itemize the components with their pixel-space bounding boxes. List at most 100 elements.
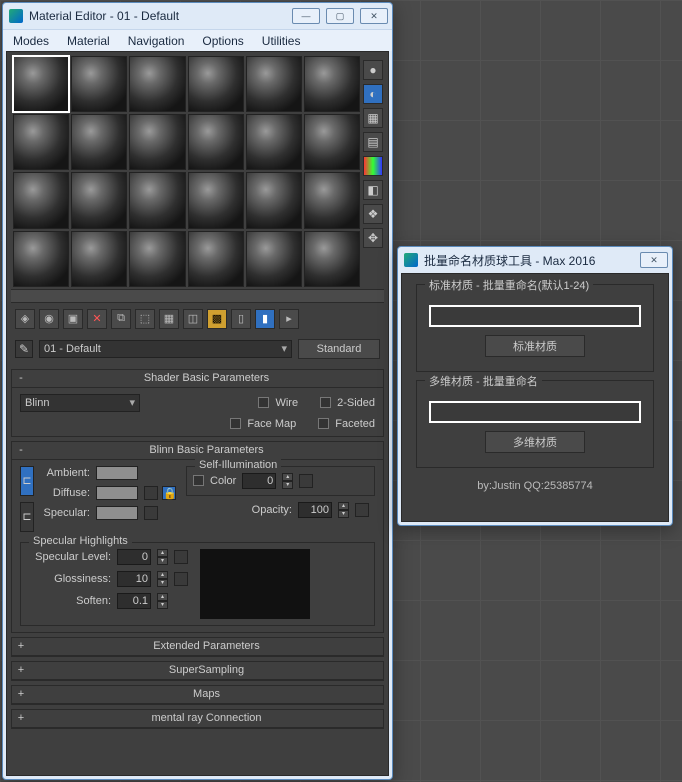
- rollout-header[interactable]: -Blinn Basic Parameters: [12, 442, 383, 460]
- options-icon[interactable]: ❖: [363, 204, 383, 224]
- checker-bg-icon[interactable]: ▦: [363, 108, 383, 128]
- rollout-header[interactable]: +mental ray Connection: [12, 710, 383, 728]
- get-material-icon[interactable]: ◈: [15, 309, 35, 329]
- minimize-button[interactable]: —: [292, 8, 320, 24]
- rollout-header[interactable]: +SuperSampling: [12, 662, 383, 680]
- rename-tool-titlebar[interactable]: 批量命名材质球工具 - Max 2016 ✕: [398, 247, 672, 273]
- sample-slot[interactable]: [188, 231, 244, 287]
- sample-slot[interactable]: [13, 172, 69, 228]
- sample-slot[interactable]: [129, 172, 185, 228]
- rollout-blinn-basic: -Blinn Basic Parameters ⊏ ⊏ Ambient: Dif…: [11, 441, 384, 633]
- side-tool-column: ● ◐ ▦ ▤ ◧ ❖ ✥: [360, 56, 386, 287]
- menu-modes[interactable]: Modes: [13, 34, 49, 48]
- rollout-header[interactable]: +Extended Parameters: [12, 638, 383, 656]
- diffuse-specular-lock-icon[interactable]: ⊏: [20, 502, 34, 532]
- specular-level-value[interactable]: 0: [117, 549, 151, 565]
- show-map-icon[interactable]: ▩: [207, 309, 227, 329]
- sample-uv-icon[interactable]: ▤: [363, 132, 383, 152]
- specular-level-map-button[interactable]: [174, 550, 188, 564]
- sample-scrollbar[interactable]: [11, 289, 384, 303]
- select-by-material-icon[interactable]: ✥: [363, 228, 383, 248]
- put-to-scene-icon[interactable]: ◉: [39, 309, 59, 329]
- standard-name-input[interactable]: [429, 305, 641, 327]
- menu-material[interactable]: Material: [67, 34, 110, 48]
- multi-rename-button[interactable]: 多维材质: [485, 431, 585, 453]
- self-illum-color-checkbox[interactable]: [193, 475, 204, 486]
- soften-spinner[interactable]: ▴▾: [157, 593, 168, 609]
- face-map-checkbox[interactable]: [230, 418, 241, 429]
- diffuse-color-swatch[interactable]: [96, 486, 138, 500]
- show-end-result-icon[interactable]: ▯: [231, 309, 251, 329]
- material-type-button[interactable]: Standard: [298, 339, 380, 359]
- glossiness-value[interactable]: 10: [117, 571, 151, 587]
- sample-slot[interactable]: [304, 114, 360, 170]
- two-sided-checkbox[interactable]: [320, 397, 331, 408]
- opacity-value[interactable]: 100: [298, 502, 332, 518]
- sample-slot[interactable]: [246, 114, 302, 170]
- sample-type-icon[interactable]: ●: [363, 60, 383, 80]
- go-forward-icon[interactable]: ▸: [279, 309, 299, 329]
- sample-slot[interactable]: [71, 56, 127, 112]
- sample-slot[interactable]: [188, 114, 244, 170]
- faceted-checkbox[interactable]: [318, 418, 329, 429]
- ambient-lock-icon[interactable]: 🔒: [162, 486, 176, 500]
- specular-color-swatch[interactable]: [96, 506, 138, 520]
- go-parent-icon[interactable]: ▮: [255, 309, 275, 329]
- menu-navigation[interactable]: Navigation: [128, 34, 185, 48]
- diffuse-map-button[interactable]: [144, 486, 158, 500]
- sample-slot[interactable]: [304, 56, 360, 112]
- sample-slot[interactable]: [246, 172, 302, 228]
- glossiness-map-button[interactable]: [174, 572, 188, 586]
- pick-material-icon[interactable]: ✎: [15, 340, 33, 358]
- sample-slot[interactable]: [188, 172, 244, 228]
- menu-options[interactable]: Options: [202, 34, 243, 48]
- sample-slot[interactable]: [129, 114, 185, 170]
- material-name-combo[interactable]: 01 - Default: [39, 340, 292, 358]
- delete-icon[interactable]: ✕: [87, 309, 107, 329]
- glossiness-spinner[interactable]: ▴▾: [157, 571, 168, 587]
- sample-slot[interactable]: [129, 231, 185, 287]
- assign-selection-icon[interactable]: ▣: [63, 309, 83, 329]
- sample-slot[interactable]: [304, 231, 360, 287]
- sample-slot[interactable]: [246, 231, 302, 287]
- rollout-scroll-area[interactable]: [11, 733, 384, 771]
- close-button[interactable]: ✕: [360, 8, 388, 24]
- ambient-diffuse-lock-icon[interactable]: ⊏: [20, 466, 34, 496]
- sample-slot[interactable]: [71, 172, 127, 228]
- sample-slot[interactable]: [71, 114, 127, 170]
- sample-slot[interactable]: [71, 231, 127, 287]
- specular-map-button[interactable]: [144, 506, 158, 520]
- multi-name-input[interactable]: [429, 401, 641, 423]
- rollout-header[interactable]: -Shader Basic Parameters: [12, 370, 383, 388]
- self-illum-value[interactable]: 0: [242, 473, 276, 489]
- material-editor-titlebar[interactable]: Material Editor - 01 - Default — ▢ ✕: [3, 3, 392, 29]
- close-button[interactable]: ✕: [640, 252, 668, 268]
- material-id-icon[interactable]: ◫: [183, 309, 203, 329]
- ambient-color-swatch[interactable]: [96, 466, 138, 480]
- soften-value[interactable]: 0.1: [117, 593, 151, 609]
- wire-checkbox[interactable]: [258, 397, 269, 408]
- opacity-map-button[interactable]: [355, 503, 369, 517]
- sample-slot[interactable]: [13, 231, 69, 287]
- specular-level-spinner[interactable]: ▴▾: [157, 549, 168, 565]
- standard-rename-button[interactable]: 标准材质: [485, 335, 585, 357]
- video-color-icon[interactable]: [363, 156, 383, 176]
- make-unique-icon[interactable]: ⬚: [135, 309, 155, 329]
- backlight-icon[interactable]: ◐: [363, 84, 383, 104]
- eraser-icon[interactable]: ◧: [363, 180, 383, 200]
- put-to-library-icon[interactable]: ▦: [159, 309, 179, 329]
- sample-slot[interactable]: [188, 56, 244, 112]
- menu-utilities[interactable]: Utilities: [262, 34, 301, 48]
- rollout-header[interactable]: +Maps: [12, 686, 383, 704]
- opacity-spinner[interactable]: ▴▾: [338, 502, 349, 518]
- maximize-button[interactable]: ▢: [326, 8, 354, 24]
- self-illum-spinner[interactable]: ▴▾: [282, 473, 293, 489]
- shader-type-combo[interactable]: Blinn: [20, 394, 140, 412]
- make-copy-icon[interactable]: ⧉: [111, 309, 131, 329]
- sample-slot[interactable]: [304, 172, 360, 228]
- sample-slot[interactable]: [13, 56, 69, 112]
- self-illum-map-button[interactable]: [299, 474, 313, 488]
- sample-slot[interactable]: [246, 56, 302, 112]
- sample-slot[interactable]: [13, 114, 69, 170]
- sample-slot[interactable]: [129, 56, 185, 112]
